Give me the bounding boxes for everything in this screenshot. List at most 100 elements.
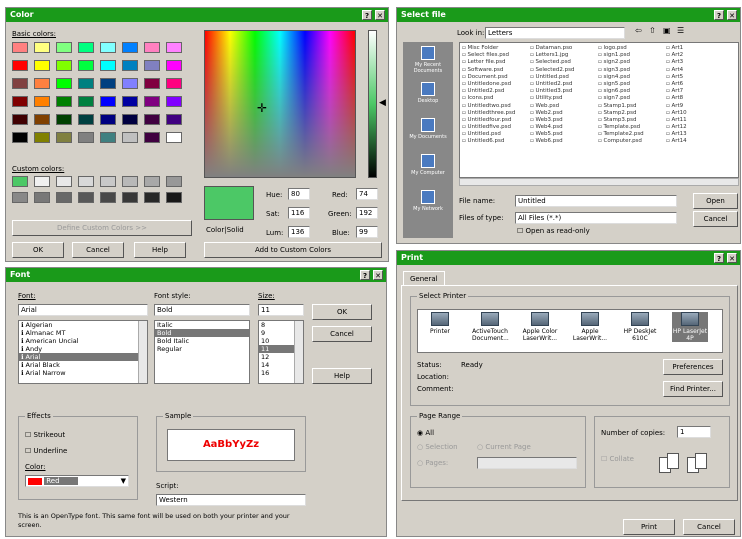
file-item[interactable]: ▫ sign7.psd <box>598 95 660 102</box>
pages-radio[interactable]: ○ Pages: <box>417 459 448 467</box>
file-item[interactable]: ▫ Art10 <box>666 110 728 117</box>
basic-color-swatch[interactable] <box>100 132 116 143</box>
file-item[interactable]: ▫ Icons.psd <box>462 95 524 102</box>
pages-field[interactable] <box>477 457 577 469</box>
file-list[interactable]: ▫ Misc Folder ▫ Select files.psd ▫ Letter … <box>459 42 739 178</box>
basic-color-swatch[interactable] <box>144 78 160 89</box>
file-item[interactable]: ▫ Letters1.jpg <box>530 52 592 59</box>
custom-color-swatch[interactable] <box>12 176 28 187</box>
file-item[interactable]: ▫ Untitledtwo.psd <box>462 103 524 110</box>
places-item[interactable]: My Network <box>403 186 453 222</box>
basic-color-swatch[interactable] <box>122 60 138 71</box>
close-icon[interactable]: ✕ <box>727 253 737 263</box>
file-item[interactable]: ▫ Untitledthree.psd <box>462 110 524 117</box>
file-item[interactable]: ▫ Web5.psd <box>530 131 592 138</box>
basic-color-swatch[interactable] <box>144 96 160 107</box>
lum-field[interactable]: 136 <box>288 226 310 238</box>
open-button[interactable]: Open <box>693 193 738 209</box>
basic-color-swatch[interactable] <box>166 132 182 143</box>
basic-color-swatch[interactable] <box>78 96 94 107</box>
font-list-item[interactable]: ℹ Arial Narrow <box>19 369 147 377</box>
file-item[interactable]: ▫ Untitled6.psd <box>462 138 524 145</box>
file-item[interactable]: ▫ Letter file.psd <box>462 59 524 66</box>
size-list[interactable]: 8 9 10 11 12 14 16 <box>258 320 304 384</box>
file-item[interactable]: ▫ Art1 <box>666 45 728 52</box>
color-dropdown[interactable]: Red ▼ <box>25 475 129 487</box>
custom-color-swatch[interactable] <box>56 176 72 187</box>
style-list-item[interactable]: Regular <box>155 345 249 353</box>
file-item[interactable]: ▫ Untitled3.psd <box>530 88 592 95</box>
style-list[interactable]: Italic Bold Bold Italic Regular <box>154 320 250 384</box>
file-item[interactable]: ▫ Selected.psd <box>530 59 592 66</box>
file-item[interactable]: ▫ Computer.psd <box>598 138 660 145</box>
basic-color-swatch[interactable] <box>100 114 116 125</box>
help-button[interactable]: Help <box>134 242 186 258</box>
cancel-button[interactable]: Cancel <box>683 519 735 535</box>
all-radio[interactable]: ◉ All <box>417 429 434 437</box>
basic-color-swatch[interactable] <box>144 132 160 143</box>
file-item[interactable]: ▫ sign3.psd <box>598 67 660 74</box>
printer-item[interactable]: HP LaserJet 4P <box>672 312 708 342</box>
ok-button[interactable]: OK <box>312 304 372 320</box>
basic-color-swatch[interactable] <box>56 132 72 143</box>
file-item[interactable]: ▫ Template.psd <box>598 124 660 131</box>
custom-color-swatch[interactable] <box>78 192 94 203</box>
basic-color-swatch[interactable] <box>56 42 72 53</box>
font-list-item[interactable]: ℹ Arial Black <box>19 361 147 369</box>
file-item[interactable]: ▫ sign2.psd <box>598 59 660 66</box>
file-item[interactable]: ▫ Web2.psd <box>530 110 592 117</box>
file-item[interactable]: ▫ Art11 <box>666 117 728 124</box>
font-list[interactable]: ℹ Algerian ℹ Almanac MT ℹ American Uncial ℹ… <box>18 320 148 384</box>
custom-color-swatch[interactable] <box>166 192 182 203</box>
font-list-item[interactable]: ℹ Algerian <box>19 321 147 329</box>
file-item[interactable]: ▫ Art12 <box>666 124 728 131</box>
basic-color-swatch[interactable] <box>122 42 138 53</box>
find-printer-button[interactable]: Find Printer... <box>663 381 723 397</box>
basic-color-swatch[interactable] <box>100 96 116 107</box>
underline-checkbox[interactable]: ☐ Underline <box>25 447 67 455</box>
help-button[interactable]: Help <box>312 368 372 384</box>
custom-color-swatch[interactable] <box>78 176 94 187</box>
font-list-scrollbar[interactable] <box>138 321 147 383</box>
places-item[interactable]: My Documents <box>403 114 453 150</box>
help-icon[interactable]: ? <box>714 253 724 263</box>
font-list-item[interactable]: ℹ American Uncial <box>19 337 147 345</box>
define-custom-button[interactable]: Define Custom Colors >> <box>12 220 192 236</box>
file-item[interactable]: ▫ Software.psd <box>462 67 524 74</box>
font-list-item[interactable]: ℹ Almanac MT <box>19 329 147 337</box>
basic-color-swatch[interactable] <box>12 42 28 53</box>
lookin-dropdown[interactable]: Letters <box>485 27 625 39</box>
file-item[interactable]: ▫ logo.psd <box>598 45 660 52</box>
strikeout-checkbox[interactable]: ☐ Strikeout <box>25 431 65 439</box>
basic-color-swatch[interactable] <box>100 78 116 89</box>
custom-color-swatch[interactable] <box>34 192 50 203</box>
cancel-button[interactable]: Cancel <box>693 211 738 227</box>
custom-color-swatch[interactable] <box>34 176 50 187</box>
file-item[interactable]: ▫ Art13 <box>666 131 728 138</box>
filetype-dropdown[interactable]: All Files (*.*) <box>515 212 677 224</box>
file-item[interactable]: ▫ Stamp3.psd <box>598 117 660 124</box>
file-item[interactable]: ▫ Stamp1.psd <box>598 103 660 110</box>
basic-color-swatch[interactable] <box>12 78 28 89</box>
places-item[interactable]: My Computer <box>403 150 453 186</box>
style-list-item[interactable]: Italic <box>155 321 249 329</box>
file-item[interactable]: ▫ Art3 <box>666 59 728 66</box>
file-item[interactable]: ▫ Art7 <box>666 88 728 95</box>
basic-color-swatch[interactable] <box>56 96 72 107</box>
custom-color-swatch[interactable] <box>100 192 116 203</box>
file-item[interactable]: ▫ Misc Folder <box>462 45 524 52</box>
basic-color-swatch[interactable] <box>122 78 138 89</box>
basic-color-swatch[interactable] <box>144 60 160 71</box>
file-item[interactable]: ▫ sign5.psd <box>598 81 660 88</box>
file-item[interactable]: ▫ Web3.psd <box>530 117 592 124</box>
print-button[interactable]: Print <box>623 519 675 535</box>
basic-color-swatch[interactable] <box>12 132 28 143</box>
basic-color-swatch[interactable] <box>34 96 50 107</box>
basic-color-swatch[interactable] <box>34 60 50 71</box>
basic-color-swatch[interactable] <box>166 114 182 125</box>
help-icon[interactable]: ? <box>362 10 372 20</box>
file-item[interactable]: ▫ sign1.psd <box>598 52 660 59</box>
cancel-button[interactable]: Cancel <box>72 242 124 258</box>
selection-radio[interactable]: ○ Selection <box>417 443 458 451</box>
cancel-button[interactable]: Cancel <box>312 326 372 342</box>
